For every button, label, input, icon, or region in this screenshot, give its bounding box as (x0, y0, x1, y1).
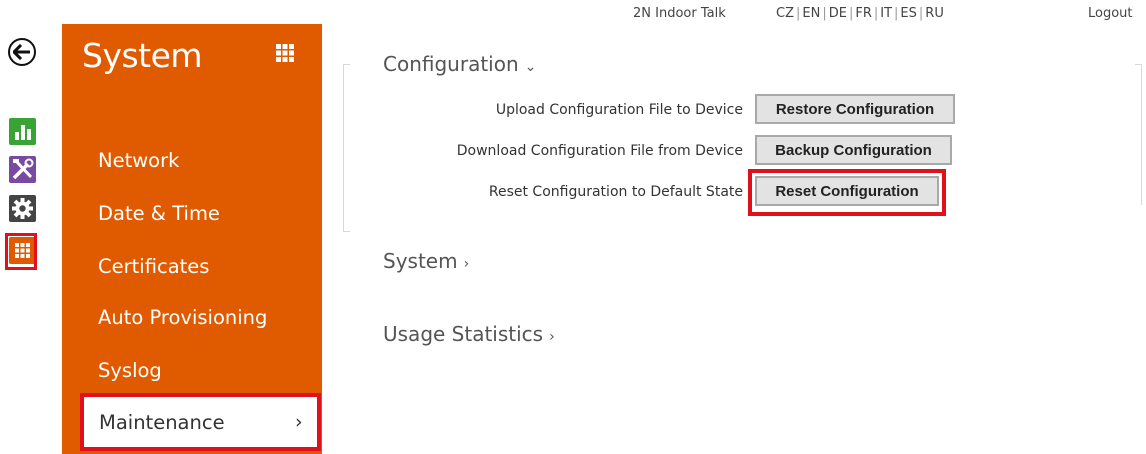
backup-configuration-button[interactable]: Backup Configuration (755, 135, 952, 165)
sidebar-item-syslog[interactable]: Syslog (98, 359, 162, 382)
sidebar-item-network[interactable]: Network (98, 149, 179, 172)
chevron-right-icon: › (463, 256, 470, 272)
section-bracket-left (343, 64, 350, 232)
services-tools-icon[interactable] (9, 156, 36, 183)
system-section-header[interactable]: System › (383, 249, 469, 273)
logout-link[interactable]: Logout (1088, 6, 1133, 21)
chevron-down-icon: ⌄ (524, 59, 537, 75)
sidebar-item-certificates[interactable]: Certificates (98, 255, 209, 278)
upload-config-label: Upload Configuration File to Device (495, 102, 743, 118)
usage-statistics-section-header[interactable]: Usage Statistics › (383, 322, 555, 346)
chevron-right-icon: › (295, 411, 303, 433)
sidebar: System Network Date & Time Certificates … (62, 24, 322, 454)
chevron-right-icon: › (549, 329, 555, 345)
sidebar-item-date-time[interactable]: Date & Time (98, 202, 220, 225)
language-selector: CZ | EN | DE | FR | IT | ES | RU (776, 6, 944, 21)
usage-statistics-title: Usage Statistics (383, 322, 544, 346)
lang-en[interactable]: EN (802, 6, 820, 21)
lang-fr[interactable]: FR (855, 6, 872, 21)
status-chart-icon[interactable] (9, 118, 36, 145)
grid-icon[interactable] (276, 44, 294, 62)
sidebar-title: System (82, 36, 203, 75)
system-section-title: System (383, 249, 458, 273)
back-arrow-icon[interactable] (8, 38, 36, 66)
restore-configuration-button[interactable]: Restore Configuration (755, 94, 955, 124)
lang-it[interactable]: IT (880, 6, 892, 21)
back-arrow-glyph (13, 44, 30, 60)
sidebar-item-label: Maintenance (99, 411, 225, 434)
lang-cz[interactable]: CZ (776, 6, 794, 21)
device-name: 2N Indoor Talk (633, 6, 726, 21)
section-bracket-right (1135, 64, 1142, 205)
sidebar-item-maintenance[interactable]: Maintenance › (80, 393, 321, 451)
download-config-label: Download Configuration File from Device (456, 143, 743, 159)
system-icon-highlight (5, 233, 37, 270)
sidebar-item-auto-provisioning[interactable]: Auto Provisioning (98, 306, 267, 329)
lang-de[interactable]: DE (829, 6, 847, 21)
lang-ru[interactable]: RU (925, 6, 944, 21)
reset-config-label: Reset Configuration to Default State (488, 184, 743, 200)
reset-button-highlight (748, 169, 946, 216)
hardware-gear-icon[interactable] (9, 195, 36, 222)
lang-es[interactable]: ES (900, 6, 916, 21)
top-bar: 2N Indoor Talk CZ | EN | DE | FR | IT | ES | RU Logo… (0, 6, 1146, 26)
configuration-section-header[interactable]: Configuration ⌄ (383, 52, 536, 76)
configuration-title: Configuration (383, 52, 519, 76)
